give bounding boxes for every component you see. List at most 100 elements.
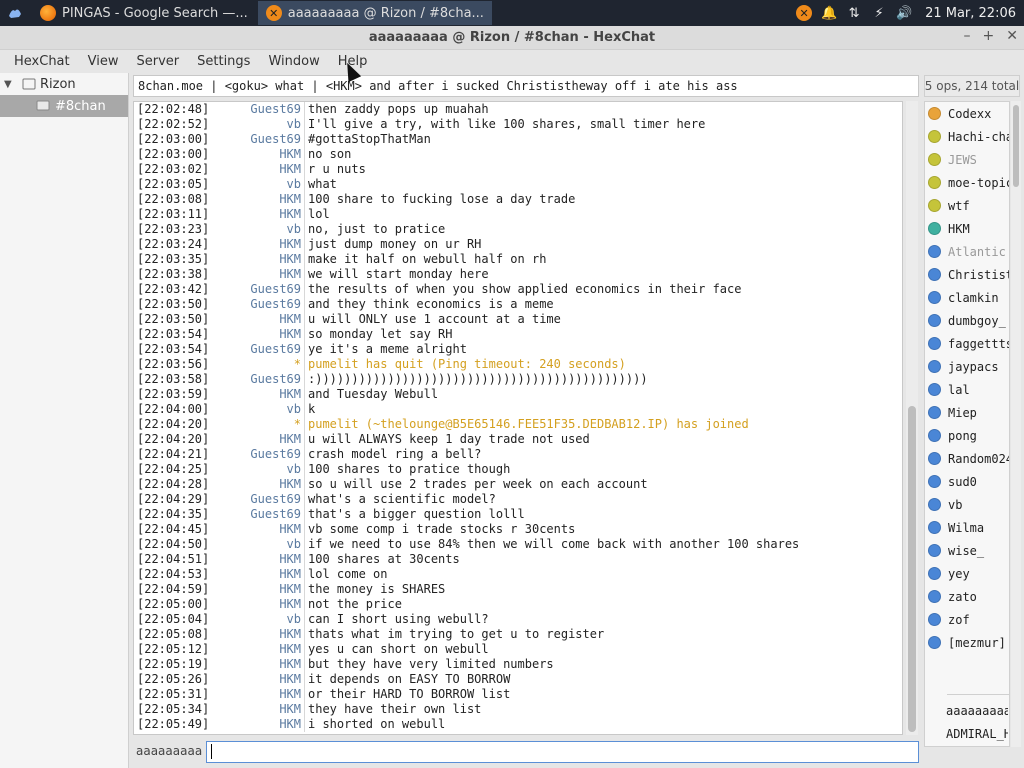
chat-nick[interactable]: HKM [206,162,304,177]
menu-settings[interactable]: Settings [189,54,258,69]
user-list-item[interactable]: clamkin [925,286,1009,309]
clock[interactable]: 21 Mar, 22:06 [925,6,1016,21]
chat-nick[interactable]: HKM [206,642,304,657]
topic-bar[interactable]: 8chan.moe | <goku> what | <HKM> and afte… [133,75,919,97]
user-list-item[interactable]: Codexx [925,102,1009,125]
chat-nick[interactable]: HKM [206,657,304,672]
hexchat-tray-icon[interactable]: ✕ [796,5,813,21]
chat-nick[interactable]: Guest69 [206,297,304,312]
user-list-item[interactable]: Wilma [925,516,1009,539]
tree-server-rizon[interactable]: ▼ Rizon [0,73,128,95]
app-menu-button[interactable] [0,0,30,26]
tree-channel-8chan[interactable]: #8chan [0,95,128,117]
chat-nick[interactable]: vb [206,117,304,132]
notification-bell-icon[interactable]: 🔔 [821,5,837,21]
user-list-item[interactable]: faggettts [925,332,1009,355]
chat-nick[interactable]: HKM [206,567,304,582]
chat-nick[interactable]: HKM [206,477,304,492]
chat-nick[interactable]: HKM [206,207,304,222]
task-hexchat[interactable]: ✕ aaaaaaaaa @ Rizon / #8cha... [257,1,492,25]
menu-view[interactable]: View [80,54,127,69]
chat-nick[interactable]: Guest69 [206,372,304,387]
minimize-button[interactable]: – [964,28,971,44]
message-input[interactable] [206,741,919,763]
chat-nick[interactable]: HKM [206,312,304,327]
user-list-item[interactable]: aaaaaaaaa [946,704,1008,718]
chat-nick[interactable]: vb [206,462,304,477]
menu-hexchat[interactable]: HexChat [6,54,78,69]
user-list-item[interactable]: dumbgoy_ [925,309,1009,332]
user-list[interactable]: Codexx Hachi-cha JEWS moe-topic wtf HKM Atlant… [924,101,1010,747]
chat-nick[interactable]: HKM [206,387,304,402]
chat-nick[interactable]: HKM [206,147,304,162]
input-nick-button[interactable]: aaaaaaaaa [136,744,202,758]
chat-nick[interactable]: vb [206,402,304,417]
user-list-item[interactable]: HKM [925,217,1009,240]
chat-scrollbar[interactable] [906,101,918,735]
volume-icon[interactable]: 🔊 [896,5,912,21]
user-list-item[interactable]: lal [925,378,1009,401]
chat-nick[interactable]: Guest69 [206,492,304,507]
user-list-scrollbar-thumb[interactable] [1013,105,1019,187]
user-list-item[interactable]: zato [925,585,1009,608]
task-firefox[interactable]: PINGAS - Google Search —... [32,1,256,25]
user-list-item[interactable]: jaypacs [925,355,1009,378]
chat-nick[interactable]: * [206,417,304,432]
menu-server[interactable]: Server [128,54,187,69]
chat-nick[interactable]: * [206,357,304,372]
chat-nick[interactable]: Guest69 [206,102,304,117]
user-list-item[interactable]: Random024 [925,447,1009,470]
chat-nick[interactable]: HKM [206,672,304,687]
user-list-item[interactable]: Miep [925,401,1009,424]
user-list-item[interactable]: moe-topic [925,171,1009,194]
power-icon[interactable]: ⚡ [871,5,887,21]
user-list-item[interactable]: Hachi-cha [925,125,1009,148]
user-list-item[interactable]: sud0 [925,470,1009,493]
maximize-button[interactable]: + [983,28,995,44]
chat-nick[interactable]: HKM [206,552,304,567]
chat-nick[interactable]: Guest69 [206,507,304,522]
user-list-item[interactable]: [mezmur] [925,631,1009,654]
user-list-item[interactable]: vb [925,493,1009,516]
user-list-item[interactable]: ADMIRAL_H [946,727,1008,741]
user-list-item[interactable]: Atlantic [925,240,1009,263]
chat-nick[interactable]: HKM [206,717,304,732]
user-list-item[interactable]: yey [925,562,1009,585]
chat-nick[interactable]: HKM [206,327,304,342]
chat-nick[interactable]: HKM [206,687,304,702]
menu-window[interactable]: Window [260,54,327,69]
expand-arrow-icon[interactable]: ▼ [4,79,18,90]
chat-message-text: what [304,177,337,192]
chat-nick[interactable]: Guest69 [206,132,304,147]
user-list-item[interactable]: Christist [925,263,1009,286]
user-list-scrollbar[interactable] [1011,101,1021,747]
chat-nick[interactable]: vb [206,222,304,237]
chat-nick[interactable]: vb [206,177,304,192]
chat-nick[interactable]: HKM [206,192,304,207]
chat-nick[interactable]: Guest69 [206,342,304,357]
chat-nick[interactable]: HKM [206,522,304,537]
chat-nick[interactable]: HKM [206,597,304,612]
chat-nick[interactable]: HKM [206,627,304,642]
chat-nick[interactable]: vb [206,537,304,552]
user-list-item[interactable]: zof [925,608,1009,631]
window-titlebar[interactable]: aaaaaaaaa @ Rizon / #8chan - HexChat – +… [0,26,1024,50]
user-list-item[interactable]: wise_ [925,539,1009,562]
chat-nick[interactable]: HKM [206,582,304,597]
chat-nick[interactable]: HKM [206,432,304,447]
chat-nick[interactable]: HKM [206,252,304,267]
chat-nick[interactable]: HKM [206,267,304,282]
chat-scrollbar-thumb[interactable] [908,406,916,732]
user-list-item[interactable]: wtf [925,194,1009,217]
chat-nick[interactable]: Guest69 [206,447,304,462]
user-list-item[interactable]: pong [925,424,1009,447]
chat-nick[interactable]: vb [206,612,304,627]
chat-nick[interactable]: HKM [206,237,304,252]
user-list-item[interactable]: JEWS [925,148,1009,171]
chat-log[interactable]: [22:02:48] Guest69 then zaddy pops up muah… [133,101,903,735]
network-icon[interactable]: ⇅ [846,5,862,21]
chat-nick[interactable]: Guest69 [206,282,304,297]
user-status-icon [928,176,941,189]
chat-nick[interactable]: HKM [206,702,304,717]
close-button[interactable]: ✕ [1006,28,1018,44]
